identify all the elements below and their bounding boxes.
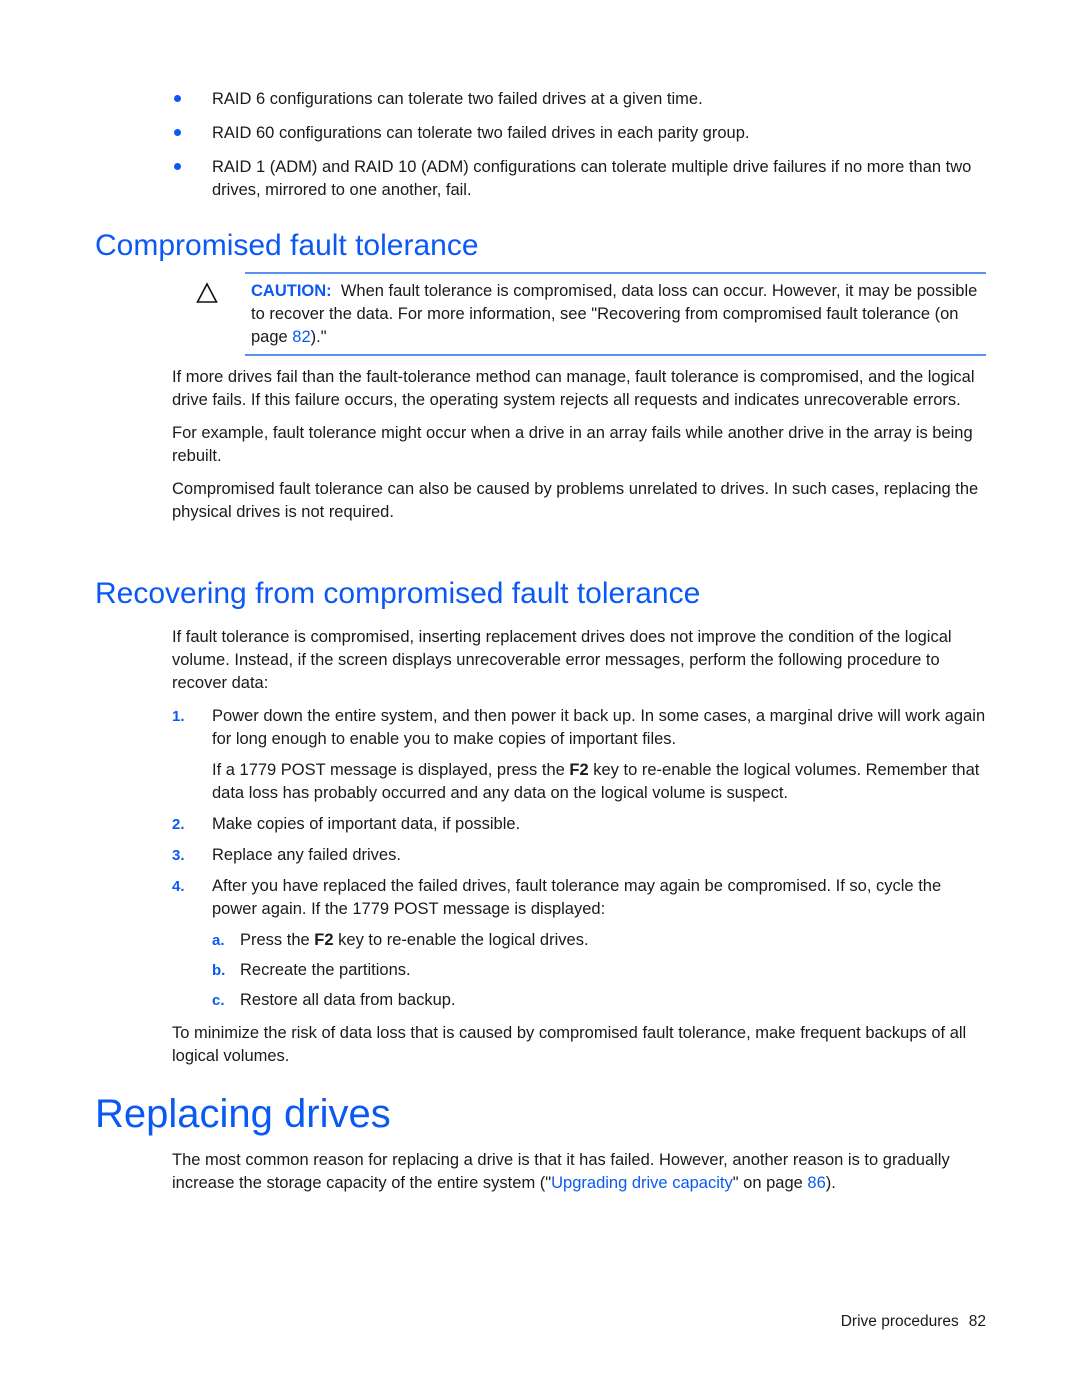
key-f2: F2 bbox=[569, 761, 589, 779]
bullet-icon bbox=[174, 129, 181, 136]
step-1: 1. Power down the entire system, and the… bbox=[172, 707, 986, 802]
heading-compromised-fault-tolerance: Compromised fault tolerance bbox=[95, 229, 479, 262]
step-4: 4. After you have replaced the failed dr… bbox=[172, 877, 942, 918]
caution-label: CAUTION: bbox=[251, 282, 332, 300]
bullet-icon bbox=[174, 163, 181, 170]
paragraph: For example, fault tolerance might occur… bbox=[172, 424, 973, 465]
substep-a: a. Press the F2 key to re-enable the log… bbox=[212, 931, 589, 949]
list-item: RAID 6 configurations can tolerate two f… bbox=[172, 88, 987, 111]
recovering-body: If fault tolerance is compromised, inser… bbox=[172, 626, 987, 1078]
footer-page-number: 82 bbox=[968, 1313, 986, 1330]
heading-recovering: Recovering from compromised fault tolera… bbox=[95, 577, 701, 610]
heading-replacing-drives: Replacing drives bbox=[95, 1092, 391, 1136]
list-item: RAID 60 configurations can tolerate two … bbox=[172, 122, 987, 145]
page-86-link[interactable]: 86 bbox=[807, 1174, 825, 1192]
key-f2: F2 bbox=[314, 931, 334, 949]
caution-note: CAUTION: When fault tolerance is comprom… bbox=[245, 272, 986, 356]
raid-bullet-list: RAID 6 configurations can tolerate two f… bbox=[172, 88, 987, 213]
page-82-link[interactable]: 82 bbox=[292, 328, 310, 346]
caution-triangle-icon bbox=[196, 282, 218, 303]
compromised-body: If more drives fail than the fault-toler… bbox=[172, 366, 987, 534]
page-footer: Drive procedures 82 bbox=[831, 1313, 986, 1331]
list-item: RAID 1 (ADM) and RAID 10 (ADM) configura… bbox=[172, 156, 987, 202]
step-3: 3. Replace any failed drives. bbox=[172, 846, 401, 864]
paragraph: To minimize the risk of data loss that i… bbox=[172, 1024, 967, 1065]
paragraph: If more drives fail than the fault-toler… bbox=[172, 368, 975, 409]
footer-section: Drive procedures bbox=[840, 1313, 959, 1330]
upgrading-drive-capacity-link[interactable]: Upgrading drive capacity bbox=[551, 1174, 733, 1192]
bullet-icon bbox=[174, 95, 181, 102]
replacing-body: The most common reason for replacing a d… bbox=[172, 1151, 950, 1192]
step-2: 2. Make copies of important data, if pos… bbox=[172, 815, 521, 833]
substep-c: c. Restore all data from backup. bbox=[212, 991, 456, 1009]
paragraph: If fault tolerance is compromised, inser… bbox=[172, 628, 952, 692]
paragraph: Compromised fault tolerance can also be … bbox=[172, 480, 979, 521]
substep-b: b. Recreate the partitions. bbox=[212, 961, 411, 979]
